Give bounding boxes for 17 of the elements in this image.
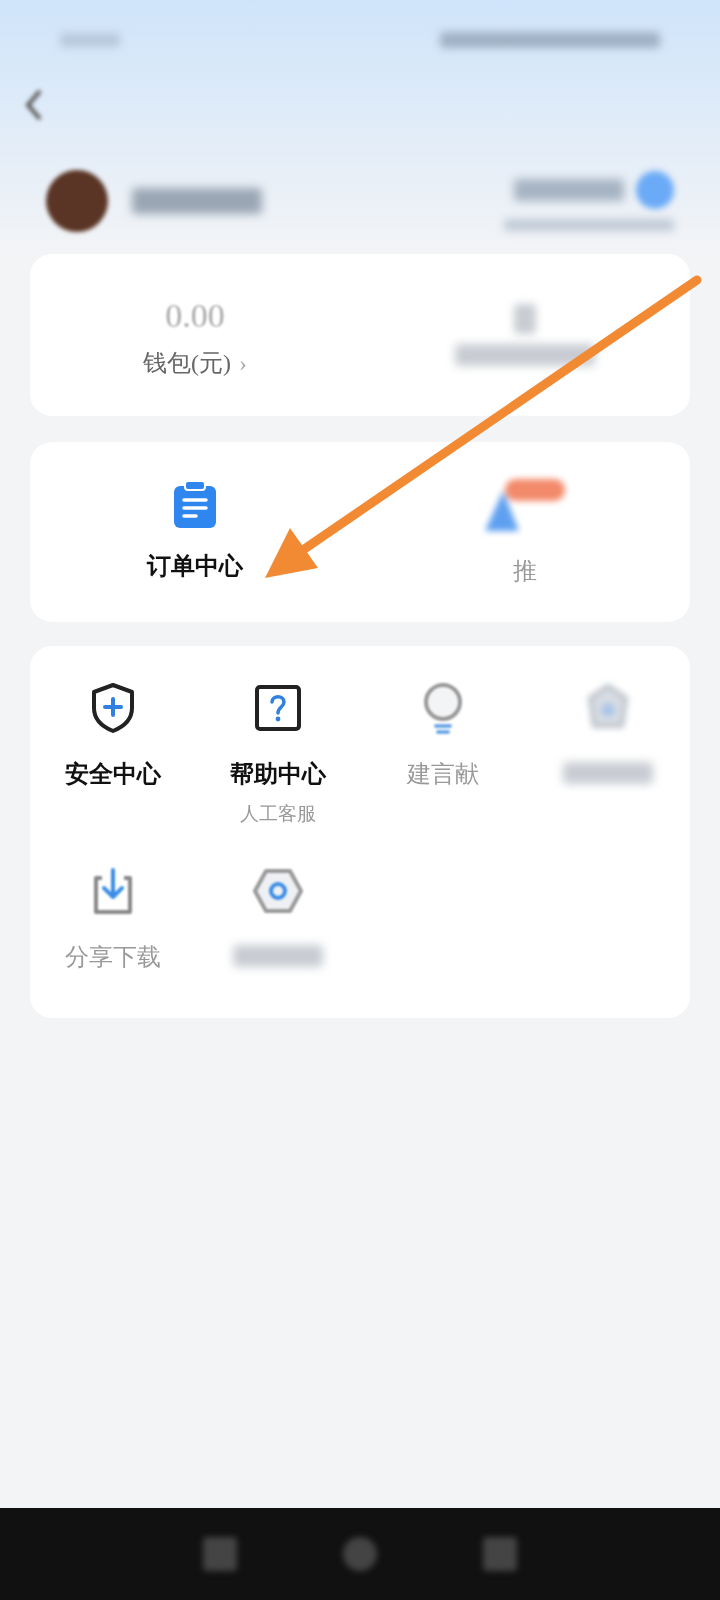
chevron-icon: › [239,344,247,381]
service-subtitle: 人工客服 [239,802,316,826]
nav-icon[interactable] [483,1537,517,1571]
avatar[interactable] [46,170,108,232]
hexagon-icon [251,867,304,914]
status-time [60,33,120,47]
badge-icon [636,171,674,209]
wallet-amount: 0.00 [165,295,225,336]
clipboard-icon [172,480,218,530]
wallet-link[interactable]: 钱包(元) › [143,344,247,381]
service-item[interactable]: 安全中心 [30,680,195,829]
nav-icon[interactable] [203,1537,237,1571]
stat-value [514,304,536,334]
back-icon[interactable] [24,88,44,122]
nav-icon[interactable] [343,1537,377,1571]
service-item[interactable]: 帮助中心 人工客服 [195,680,360,829]
help-icon [253,684,302,732]
